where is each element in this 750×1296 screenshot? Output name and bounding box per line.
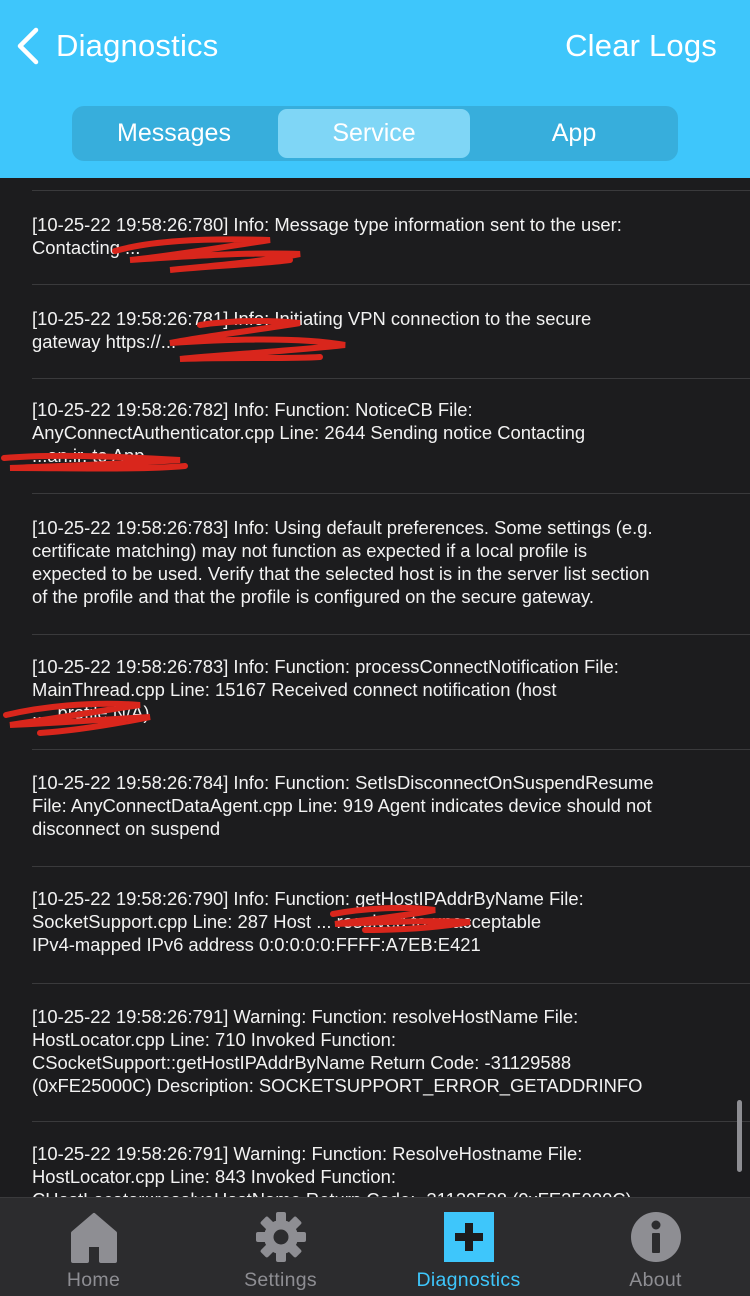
tab-label: Home [66, 1269, 121, 1291]
segment-messages[interactable]: Messages [78, 109, 270, 158]
tab-bar: Home Settings Diagnostics About [0, 1197, 750, 1296]
info-icon [630, 1210, 682, 1264]
scrollbar[interactable] [737, 1100, 742, 1172]
chevron-left-icon [14, 26, 42, 66]
clear-logs-button[interactable]: Clear Logs [565, 24, 717, 68]
gear-icon [255, 1210, 307, 1264]
log-entry: [10-25-22 19:58:26:783] Info: Using defa… [32, 517, 653, 607]
tab-settings[interactable]: Settings [187, 1198, 374, 1296]
home-icon [70, 1210, 117, 1264]
segment-app[interactable]: App [478, 109, 670, 158]
tab-diagnostics[interactable]: Diagnostics [375, 1198, 562, 1296]
log-entry: [10-25-22 19:58:26:780] Info: Message ty… [32, 214, 622, 258]
divider [32, 634, 750, 635]
segment-service[interactable]: Service [278, 109, 470, 158]
nav-header: Diagnostics Clear Logs Messages Service … [0, 0, 750, 178]
log-entry: [10-25-22 19:58:26:791] Warning: Functio… [32, 1006, 643, 1096]
plus-box-icon [443, 1210, 495, 1264]
tab-home[interactable]: Home [0, 1198, 187, 1296]
log-entry: [10-25-22 19:58:26:782] Info: Function: … [32, 399, 586, 466]
divider [32, 378, 750, 379]
tab-label: About [629, 1269, 682, 1291]
log-list[interactable]: [10-25-22 19:58:26:780] Info: Message ty… [0, 178, 750, 1197]
tab-label: Settings [244, 1269, 317, 1291]
divider [32, 983, 750, 984]
log-type-segmented-control: Messages Service App [72, 106, 678, 161]
log-entry: [10-25-22 19:58:26:783] Info: Function: … [32, 656, 619, 723]
log-entry: [10-25-22 19:58:26:784] Info: Function: … [32, 772, 654, 839]
back-button[interactable]: Diagnostics [14, 24, 218, 68]
log-entry: [10-25-22 19:58:26:791] Warning: Functio… [32, 1143, 632, 1197]
tab-about[interactable]: About [562, 1198, 749, 1296]
divider [32, 866, 750, 867]
log-entry: [10-25-22 19:58:26:790] Info: Function: … [32, 888, 584, 955]
divider [32, 1121, 750, 1122]
page-title: Diagnostics [56, 28, 219, 63]
divider [32, 190, 750, 191]
tab-label: Diagnostics [416, 1269, 521, 1291]
divider [32, 493, 750, 494]
divider [32, 749, 750, 750]
divider [32, 284, 750, 285]
log-entry: [10-25-22 19:58:26:781] Info: Initiating… [32, 308, 592, 352]
